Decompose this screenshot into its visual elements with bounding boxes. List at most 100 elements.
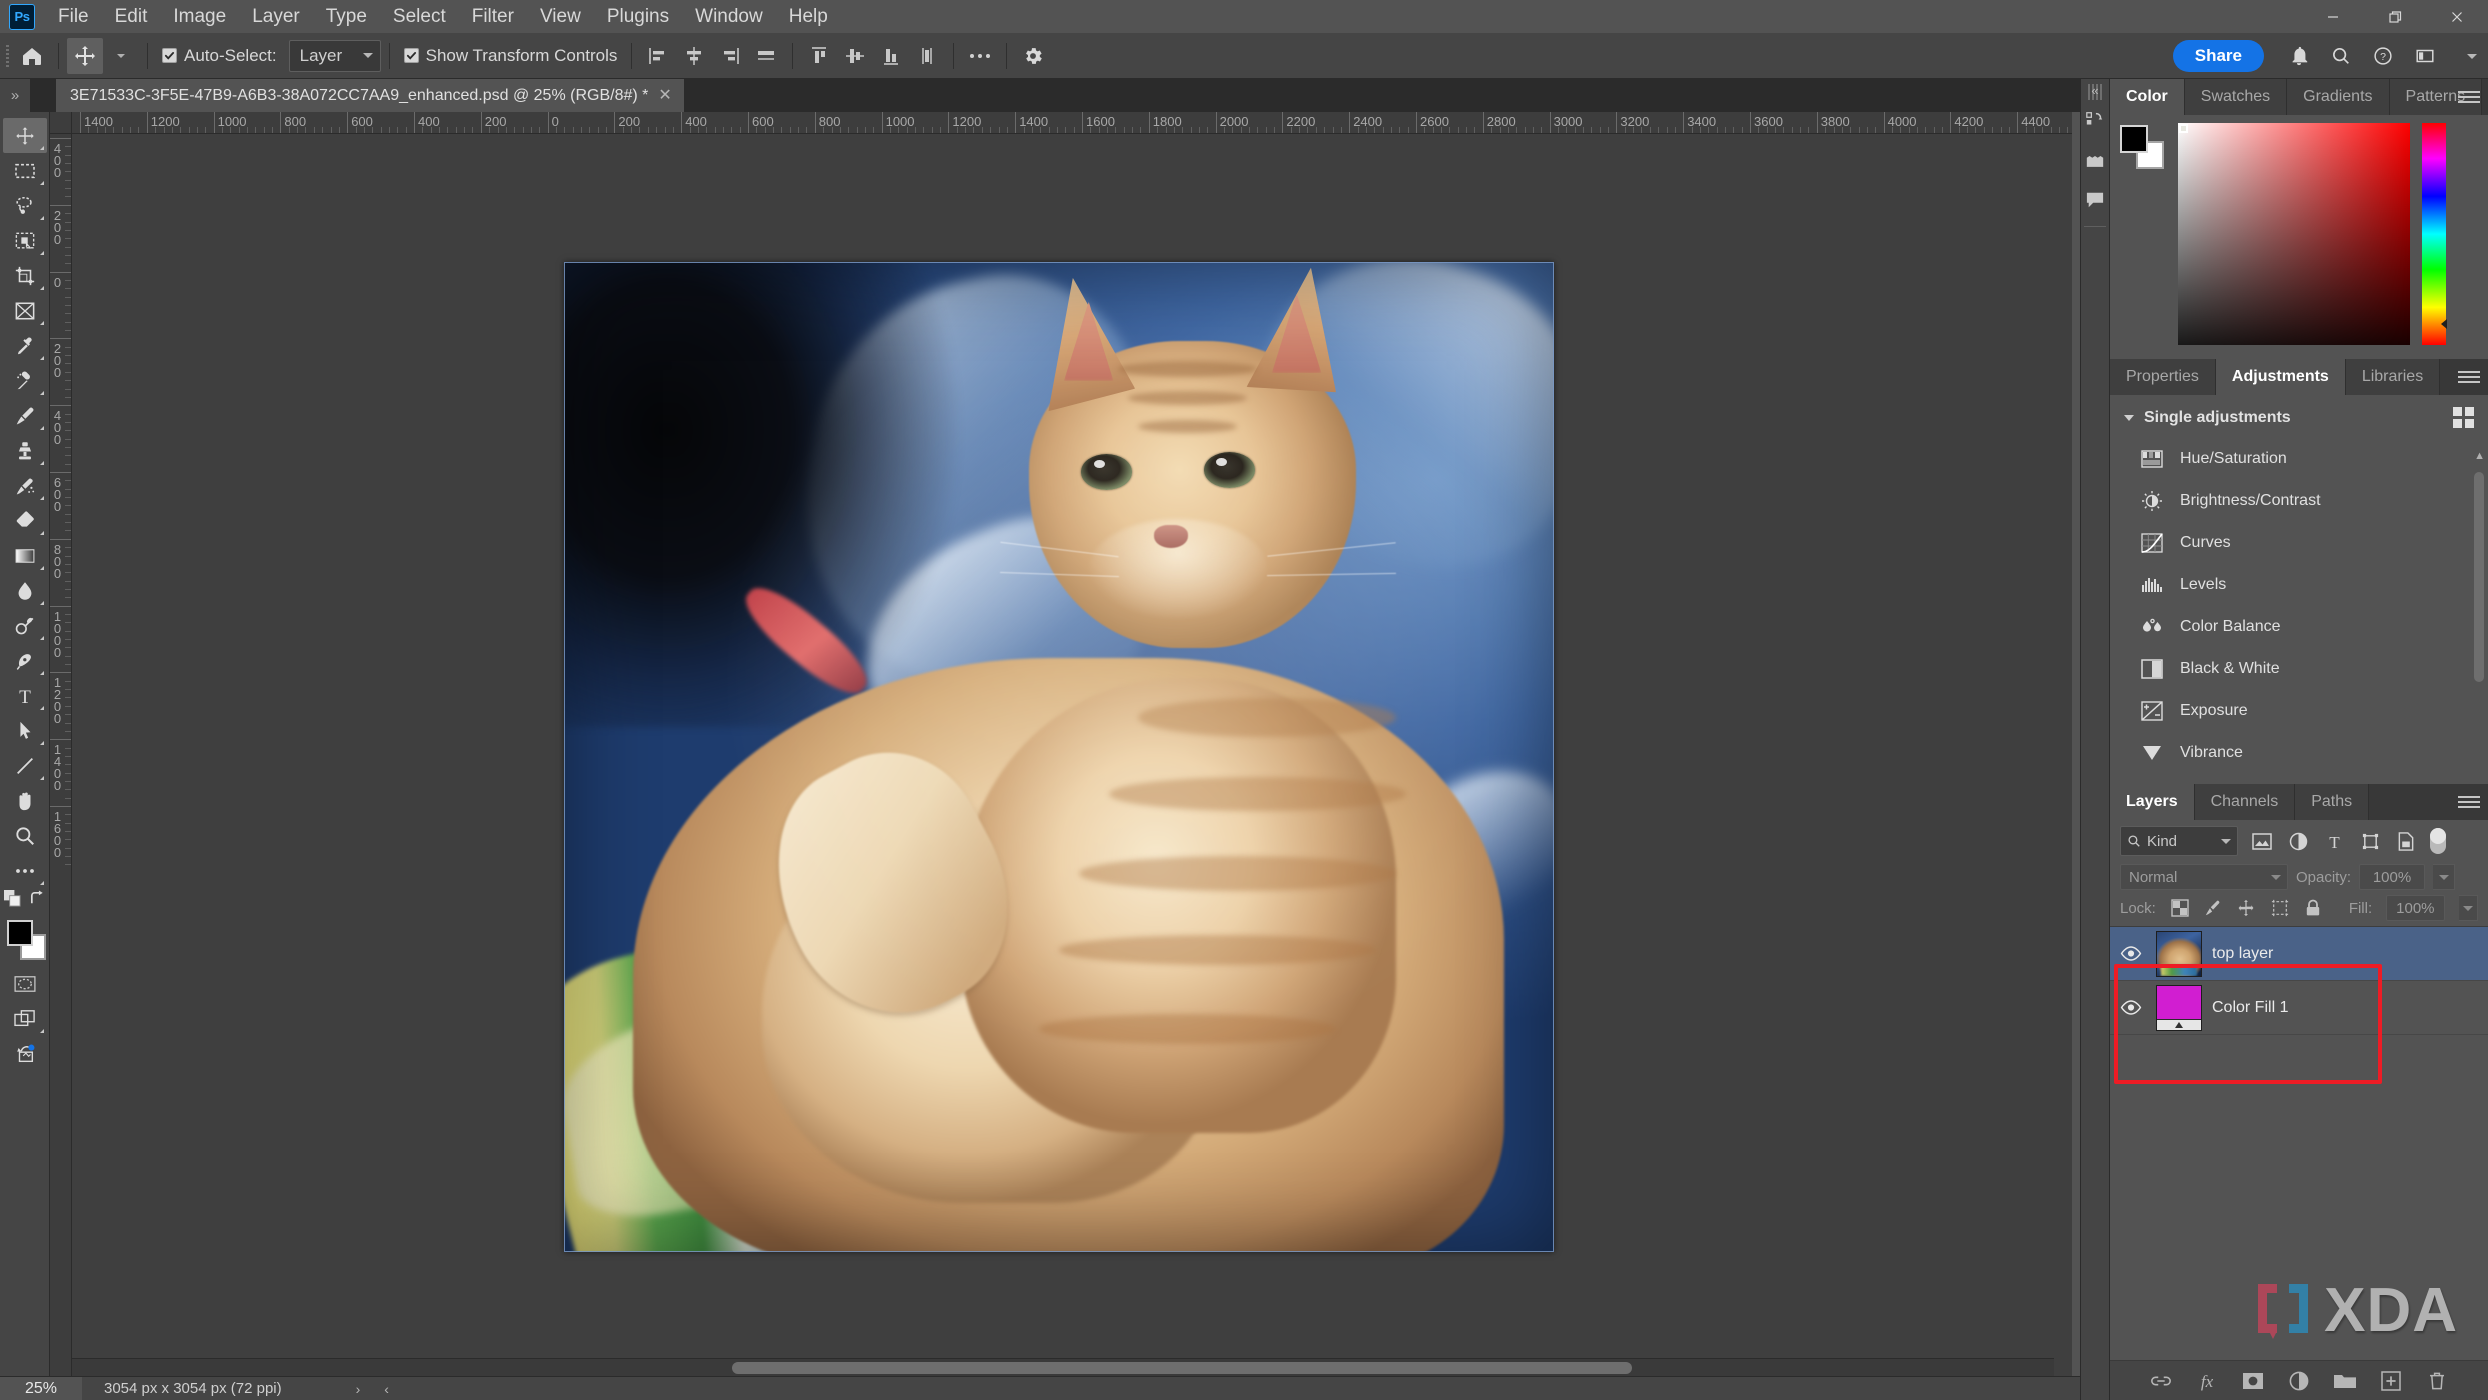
filter-shape-icon[interactable] [2358, 829, 2382, 853]
color-panel-swatches[interactable] [2120, 125, 2166, 171]
menu-help[interactable]: Help [776, 0, 841, 33]
brush-tool[interactable] [3, 398, 47, 433]
distribute-horizontally-icon[interactable] [748, 38, 784, 74]
menu-edit[interactable]: Edit [102, 0, 161, 33]
quick-mask-icon[interactable] [3, 966, 47, 1001]
tab-properties[interactable]: Properties [2110, 359, 2216, 395]
workspace-icon[interactable] [2404, 35, 2446, 77]
ruler-corner[interactable] [50, 112, 72, 134]
home-icon[interactable] [14, 38, 50, 74]
blur-tool[interactable] [3, 573, 47, 608]
hand-tool[interactable] [3, 783, 47, 818]
bell-icon[interactable] [2278, 35, 2320, 77]
vertical-ruler[interactable]: 40020002004006008001000120014001600 [50, 134, 72, 1376]
grid-view-icon[interactable] [2453, 407, 2474, 428]
help-icon[interactable]: ? [2362, 35, 2404, 77]
color-swatches[interactable] [3, 918, 47, 966]
align-bottom-edges-icon[interactable] [873, 38, 909, 74]
tab-paths[interactable]: Paths [2295, 784, 2369, 820]
artboard[interactable] [564, 262, 1554, 1252]
tab-layers[interactable]: Layers [2110, 784, 2195, 820]
horizontal-ruler[interactable]: 1400120010008006004002000200400600800100… [72, 112, 2072, 134]
object-selection-tool[interactable] [3, 223, 47, 258]
filter-adjustment-icon[interactable] [2286, 829, 2310, 853]
tab-channels[interactable]: Channels [2195, 784, 2296, 820]
fill-stepper-chevron-down-icon[interactable] [2459, 895, 2479, 921]
fill-value[interactable]: 100% [2386, 895, 2444, 921]
new-group-icon[interactable] [2332, 1368, 2358, 1394]
align-vertical-centers-icon[interactable] [837, 38, 873, 74]
menu-type[interactable]: Type [313, 0, 380, 33]
rectangular-marquee-tool[interactable] [3, 153, 47, 188]
lock-all-icon[interactable] [2303, 897, 2322, 919]
filter-pixel-icon[interactable] [2250, 829, 2274, 853]
opacity-value[interactable]: 100% [2359, 864, 2425, 890]
close-icon[interactable]: ✕ [658, 88, 671, 104]
lock-artboard-nesting-icon[interactable] [2270, 897, 2289, 919]
more-options-icon[interactable] [962, 38, 998, 74]
restore-button[interactable] [2364, 0, 2426, 33]
tab-adjustments[interactable]: Adjustments [2216, 359, 2346, 395]
hue-slider-marker[interactable] [2441, 319, 2447, 329]
adjustment-curves[interactable]: Curves [2110, 522, 2488, 564]
menu-file[interactable]: File [45, 0, 102, 33]
filter-type-icon[interactable]: T [2322, 829, 2346, 853]
zoom-tool[interactable] [3, 818, 47, 853]
align-right-edges-icon[interactable] [712, 38, 748, 74]
default-colors-icon[interactable] [4, 890, 21, 912]
gradient-tool[interactable] [3, 538, 47, 573]
move-tool[interactable] [3, 118, 47, 153]
workspace-chevron-down-icon[interactable] [2446, 35, 2488, 77]
table-row[interactable]: top layer [2110, 927, 2488, 981]
filter-smart-object-icon[interactable] [2394, 829, 2418, 853]
link-layers-icon[interactable] [2148, 1368, 2174, 1394]
crop-tool[interactable] [3, 258, 47, 293]
move-tool-dropdown[interactable] [103, 38, 139, 74]
layer-thumbnail[interactable] [2156, 931, 2202, 977]
close-button[interactable] [2426, 0, 2488, 33]
adjustment-black-and-white[interactable]: Black & White [2110, 648, 2488, 690]
history-brush-tool[interactable] [3, 468, 47, 503]
line-shape-tool[interactable] [3, 748, 47, 783]
panel-menu-icon[interactable] [2458, 87, 2480, 107]
auto-select-row[interactable]: Auto-Select: [156, 38, 283, 74]
dodge-tool[interactable] [3, 608, 47, 643]
move-tool-icon[interactable] [67, 38, 103, 74]
menu-image[interactable]: Image [160, 0, 239, 33]
zoom-level-field[interactable]: 25% [0, 1377, 82, 1400]
panel-menu-icon[interactable] [2458, 792, 2480, 812]
adjustment-vibrance[interactable]: Vibrance [2110, 732, 2488, 774]
canvas-horizontal-scrollbar[interactable] [72, 1358, 2054, 1376]
align-left-edges-icon[interactable] [640, 38, 676, 74]
adjustment-color-balance[interactable]: Color Balance [2110, 606, 2488, 648]
menu-select[interactable]: Select [380, 0, 459, 33]
history-icon[interactable] [2080, 100, 2110, 140]
screen-mode-icon[interactable] [3, 1001, 47, 1036]
tab-gradients[interactable]: Gradients [2287, 79, 2389, 115]
color-spectrum-field[interactable] [2178, 123, 2410, 345]
menu-filter[interactable]: Filter [459, 0, 527, 33]
layer-name[interactable]: top layer [2212, 945, 2273, 963]
layer-filter-kind-dropdown[interactable]: Kind [2120, 826, 2238, 856]
tab-libraries[interactable]: Libraries [2346, 359, 2440, 395]
adjustment-exposure[interactable]: Exposure [2110, 690, 2488, 732]
scroll-up-arrow-icon[interactable]: ▲ [2474, 450, 2485, 462]
color-picker-marker[interactable] [2179, 124, 2188, 133]
filter-toggle-switch[interactable] [2430, 828, 2446, 854]
canvas-area[interactable] [72, 134, 2072, 1376]
auto-select-scope-dropdown[interactable]: Layer [289, 40, 381, 72]
clone-stamp-tool[interactable] [3, 433, 47, 468]
swap-colors-icon[interactable] [29, 890, 46, 912]
tab-swatches[interactable]: Swatches [2185, 79, 2287, 115]
add-layer-mask-icon[interactable] [2240, 1368, 2266, 1394]
adjustments-scroll-thumb[interactable] [2474, 472, 2484, 682]
show-transform-checkbox[interactable] [404, 48, 419, 63]
adjustment-hue-saturation[interactable]: Hue/Saturation [2110, 438, 2488, 480]
libraries-icon[interactable] [2080, 140, 2110, 180]
edit-toolbar-tool[interactable] [3, 853, 47, 888]
chevron-down-icon[interactable] [2124, 415, 2134, 421]
layer-visibility-eye-icon[interactable] [2116, 946, 2146, 961]
blend-mode-dropdown[interactable]: Normal [2120, 864, 2288, 890]
pen-tool[interactable] [3, 643, 47, 678]
adjustment-levels[interactable]: Levels [2110, 564, 2488, 606]
